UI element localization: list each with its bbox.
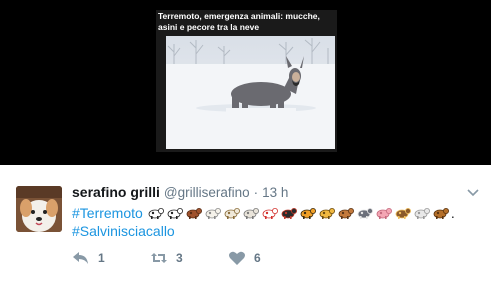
leopard-emoji-icon: [318, 206, 336, 220]
rabbit-emoji-icon: [413, 206, 431, 220]
emoji-row: [147, 206, 451, 220]
like-button[interactable]: 6: [228, 250, 261, 266]
tiger-emoji-icon: [299, 206, 317, 220]
card-title: Terremoto, emergenza animali: mucche, as…: [158, 11, 320, 32]
header-separator: ·: [253, 185, 259, 200]
reply-icon: [73, 252, 88, 264]
tweet-timestamp[interactable]: 13 h: [262, 185, 288, 200]
media-area[interactable]: Terremoto, emergenza animali: mucche, as…: [0, 0, 491, 165]
dog-emoji-icon: [337, 206, 355, 220]
rooster-emoji-icon: [261, 206, 279, 220]
retweet-count: 3: [176, 251, 183, 265]
reply-button[interactable]: 1: [72, 250, 105, 266]
avatar[interactable]: [16, 186, 62, 232]
goat-emoji-icon: [242, 206, 260, 220]
cow-emoji-icon: [147, 206, 165, 220]
hashtag-salvinisciacallo[interactable]: #Salvinisciacallo: [72, 222, 175, 240]
chevron-down-icon[interactable]: [466, 185, 480, 197]
bird-emoji-icon: [356, 206, 374, 220]
owl-emoji-icon: [394, 206, 412, 220]
author-handle[interactable]: @grilliserafino: [164, 185, 250, 200]
retweet-button[interactable]: 3: [150, 250, 183, 266]
pig-emoji-icon: [375, 206, 393, 220]
trailing-dot: .: [450, 205, 455, 221]
reply-count: 1: [98, 251, 105, 265]
ram-emoji-icon: [223, 206, 241, 220]
ox-emoji-icon: [185, 206, 203, 220]
hashtag-terremoto[interactable]: #Terremoto: [72, 204, 143, 222]
sheep-emoji-icon: [204, 206, 222, 220]
tweet-text: #Terremoto . #Salvinisciacallo: [72, 204, 482, 240]
tweet-header: serafino grilli @grilliserafino · 13 h: [72, 184, 288, 200]
retweet-icon: [151, 253, 167, 263]
cow-emoji-icon: [166, 206, 184, 220]
snow-donkey-photo[interactable]: [166, 36, 335, 149]
news-card[interactable]: Terremoto, emergenza animali: mucche, as…: [156, 10, 337, 152]
like-count: 6: [254, 251, 261, 265]
turkey-emoji-icon: [280, 206, 298, 220]
heart-icon: [229, 251, 245, 265]
author-name[interactable]: serafino grilli: [72, 184, 160, 200]
chipmunk-emoji-icon: [432, 206, 450, 220]
